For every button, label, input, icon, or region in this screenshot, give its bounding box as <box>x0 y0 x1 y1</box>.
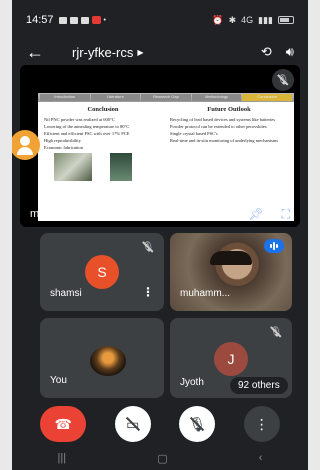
slide-point: Economic fabrication <box>44 145 83 150</box>
participant-name: shamsi <box>50 288 82 299</box>
meeting-code[interactable]: rjr-yfke-rcs ▶ <box>72 45 144 60</box>
slide-nav: Introduction Literature Research Gap Met… <box>38 93 294 102</box>
caret-right-icon: ▶ <box>137 47 144 57</box>
network-label: 4G <box>241 15 254 25</box>
more-vert-icon: ⋮ <box>254 415 269 432</box>
mic-icon: 🎙︎ <box>188 415 207 432</box>
call-controls: ☎︎ ▭ 🎙︎ ⋮ <box>12 404 308 444</box>
slide-photo-device <box>54 153 92 181</box>
participant-name: Jyoth <box>180 377 204 388</box>
bluetooth-icon: ✱ <box>228 14 237 25</box>
hang-up-icon: ☎︎ <box>54 415 72 432</box>
participant-photo <box>90 346 126 376</box>
slide-nav-item: Research Gap <box>141 94 191 101</box>
slide-point: High reproducibility <box>44 138 81 143</box>
presenter-bar: muhammed is presenting 📌︎ ⛶ <box>20 202 300 226</box>
person-icon <box>20 136 30 146</box>
slide-point: Single crystal based PSC's <box>170 131 218 136</box>
slide-point: Recycling of lead based devices and syst… <box>170 117 275 122</box>
slide-point: Lowering of the annealing temperature to… <box>44 124 130 129</box>
slide-right-title: Future Outlook <box>207 106 251 113</box>
mic-off-icon: 🎙︎ <box>266 322 286 342</box>
others-count[interactable]: 92 others <box>230 377 288 394</box>
mic-off-icon: 🎙︎ <box>272 69 294 91</box>
status-notification-icons: • <box>58 16 106 24</box>
meet-screen: 14:57 • ⏰ ✱ 4G ▮▮▮ ← rjr-yfke-rcs ▶ ⟲ 🔊︎… <box>12 0 308 470</box>
end-call-button[interactable]: ☎︎ <box>40 406 87 442</box>
participant-name: muhamm... <box>180 288 231 299</box>
slide-nav-item: Conclusion <box>242 94 292 101</box>
switch-camera-icon[interactable]: ⟲ <box>261 44 272 60</box>
slide-point: Real-time and in-situ monitoring of unde… <box>170 138 278 143</box>
video-off-icon: ▭ <box>126 415 140 432</box>
fullscreen-icon[interactable]: ⛶ <box>282 207 290 222</box>
participant-tile-muhammed[interactable]: muhamm... <box>170 233 292 311</box>
slide-nav-item: Literature <box>90 94 141 101</box>
pin-icon[interactable]: 📌︎ <box>248 207 263 222</box>
system-nav-bar: ||| ▢ ‹ <box>12 446 308 470</box>
slide-nav-item: Introduction <box>40 94 90 101</box>
slide-photo-powder <box>110 153 132 181</box>
status-time: 14:57 <box>26 14 54 26</box>
more-options-button[interactable]: ⋮ <box>243 406 280 442</box>
slide-left-title: Conclusion <box>87 106 119 113</box>
back-icon[interactable]: ‹ <box>259 452 263 464</box>
slide-right-column: Future Outlook Recycling of lead based d… <box>170 106 288 181</box>
battery-icon <box>278 16 294 24</box>
slide-point: Powder protocol can be extended to other… <box>170 124 267 129</box>
slide-left-column: Conclusion Nil PNC powder was realized a… <box>44 106 162 181</box>
back-arrow-icon[interactable]: ← <box>26 42 48 63</box>
slide-point: Nil PNC powder was realized at 600°C <box>44 117 115 122</box>
mic-off-button[interactable]: 🎙︎ <box>179 406 216 442</box>
slide-point: Efficient and efficient PSC with over 17… <box>44 131 130 136</box>
signal-icon: ▮▮▮ <box>258 14 273 25</box>
participant-tile-shamsi[interactable]: 🎙︎ S shamsi ⋮ <box>40 233 164 311</box>
presenter-label: muhammed is presenting <box>30 208 154 220</box>
more-vert-icon[interactable]: ⋮ <box>142 285 154 299</box>
mic-off-icon: 🎙︎ <box>138 237 158 257</box>
speaker-icon[interactable]: 🔊︎ <box>286 44 294 60</box>
recents-icon[interactable]: ||| <box>58 452 67 464</box>
meeting-header: ← rjr-yfke-rcs ▶ ⟲ 🔊︎ <box>12 40 308 64</box>
slide-nav-item: Methodology <box>191 94 242 101</box>
home-icon[interactable]: ▢ <box>157 452 167 465</box>
avatar: J <box>214 342 248 376</box>
speaking-icon <box>264 239 284 253</box>
alarm-icon: ⏰ <box>212 14 224 25</box>
participant-tile-you[interactable]: You <box>40 318 164 398</box>
status-bar: 14:57 • ⏰ ✱ 4G ▮▮▮ <box>12 0 308 40</box>
avatar: S <box>85 255 119 289</box>
participant-name: You <box>50 375 67 386</box>
camera-off-button[interactable]: ▭ <box>114 406 151 442</box>
